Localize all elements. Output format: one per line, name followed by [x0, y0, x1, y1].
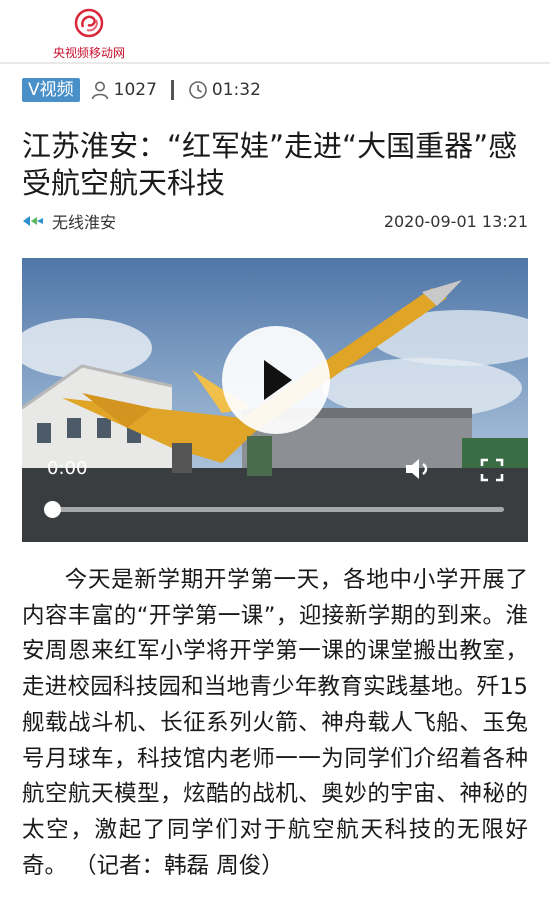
article-source-row: 无线淮安 2020-09-01 13:21: [22, 208, 528, 234]
cctv-spiral-logo-icon: [74, 8, 104, 38]
play-icon: [264, 360, 292, 400]
progress-handle[interactable]: [44, 501, 61, 518]
site-name: 央视频移动网: [52, 46, 125, 60]
article-body: 今天是新学期开学第一天，各地中小学开展了内容丰富的“开学第一课”，迎接新学期的到…: [22, 567, 528, 879]
video-duration: 01:32: [211, 80, 261, 100]
site-logo[interactable]: 央视频移动网: [44, 8, 134, 60]
video-meta-row: V视频 1027 01:32: [22, 77, 261, 103]
view-count: 1027: [113, 80, 157, 100]
video-badge: V视频: [22, 78, 80, 102]
current-time: 0:00: [47, 458, 88, 479]
fullscreen-icon[interactable]: [480, 458, 504, 482]
progress-bar[interactable]: [52, 507, 504, 512]
person-icon: [91, 81, 108, 100]
source-name[interactable]: 无线淮安: [52, 209, 116, 233]
play-button[interactable]: [222, 326, 330, 434]
meta-separator: [170, 80, 174, 100]
header-divider: [0, 62, 550, 64]
publish-date: 2020-09-01 13:21: [383, 211, 528, 231]
wireless-huaian-logo-icon: [23, 216, 43, 226]
article-title: 江苏淮安：“红军娃”走进“大国重器”感受航空航天科技: [22, 129, 518, 200]
clock-icon: [189, 81, 207, 99]
top-bar: 央视频移动网: [0, 0, 550, 60]
video-player[interactable]: 0:00: [22, 258, 528, 542]
volume-icon[interactable]: [404, 456, 434, 482]
